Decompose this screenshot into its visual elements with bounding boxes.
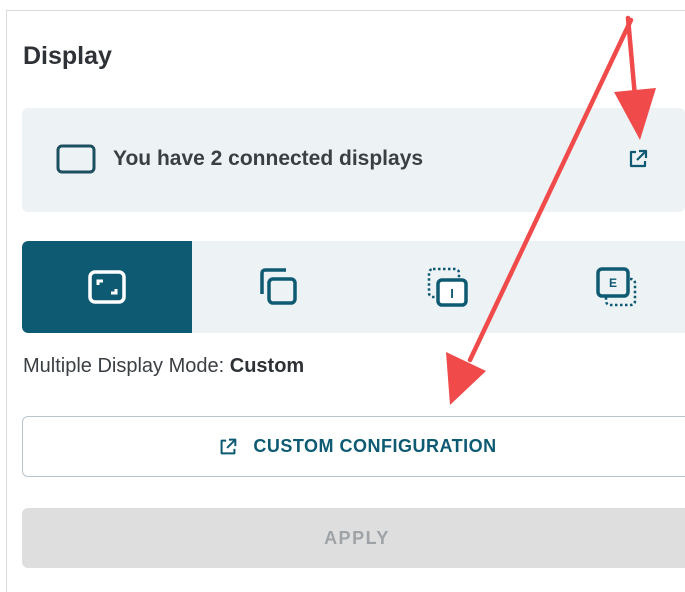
connected-displays-text: You have 2 connected displays xyxy=(113,147,424,170)
custom-configuration-button[interactable]: CUSTOM CONFIGURATION xyxy=(22,416,685,477)
mode-single-button[interactable] xyxy=(22,241,192,333)
mode-external-button[interactable]: E xyxy=(532,241,685,333)
display-mode-status: Multiple Display Mode: Custom xyxy=(23,355,304,378)
monitor-icon xyxy=(56,144,96,174)
external-link-icon[interactable] xyxy=(626,147,650,171)
section-title: Display xyxy=(23,42,112,70)
extend-display-icon xyxy=(260,268,297,305)
display-mode-selector: I E xyxy=(22,241,685,333)
external-display-icon: E xyxy=(596,267,637,307)
mode-internal-button[interactable]: I xyxy=(362,241,532,333)
single-display-icon xyxy=(88,270,126,304)
mode-status-prefix: Multiple Display Mode: xyxy=(23,355,230,377)
mode-extend-button[interactable] xyxy=(192,241,362,333)
custom-configuration-label: CUSTOM CONFIGURATION xyxy=(253,436,497,456)
connected-displays-banner: You have 2 connected displays xyxy=(22,108,685,212)
mode-status-value: Custom xyxy=(229,355,305,377)
apply-button[interactable]: APPLY xyxy=(22,508,685,568)
external-display-label: E xyxy=(609,276,617,290)
internal-display-icon: I xyxy=(427,267,468,307)
apply-label: APPLY xyxy=(324,527,390,548)
internal-display-label: I xyxy=(450,286,454,301)
external-link-icon xyxy=(220,438,237,454)
